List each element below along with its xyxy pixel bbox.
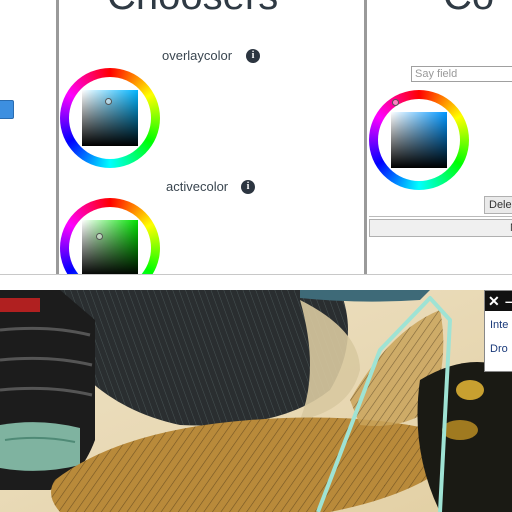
left-panel-button[interactable] bbox=[0, 100, 14, 119]
color-picker-saturation-square[interactable] bbox=[391, 112, 447, 168]
chooser-panels: Choosers overlaycolor i activecolor i Co… bbox=[0, 0, 512, 274]
text-field[interactable] bbox=[411, 66, 512, 82]
info-icon[interactable]: i bbox=[246, 49, 260, 63]
color-picker[interactable] bbox=[369, 90, 469, 190]
info-icon[interactable]: i bbox=[241, 180, 255, 194]
overlaycolor-picker-handle[interactable] bbox=[105, 98, 112, 105]
insect-illustration bbox=[0, 290, 512, 512]
activecolor-saturation-square[interactable] bbox=[82, 220, 138, 274]
annotation-popup: ✕ – Inte Dro bbox=[484, 290, 512, 372]
insect-image-canvas[interactable] bbox=[0, 290, 512, 512]
popup-line: Inte bbox=[490, 319, 509, 331]
activecolor-picker[interactable] bbox=[60, 198, 160, 274]
close-icon[interactable]: ✕ bbox=[488, 292, 500, 310]
middle-panel-heading: Choosers bbox=[107, 0, 278, 16]
right-panel: Co Dele Ne bbox=[367, 0, 512, 274]
overlaycolor-picker[interactable] bbox=[60, 68, 160, 168]
right-panel-heading: Co bbox=[443, 0, 494, 16]
section-divider bbox=[0, 274, 512, 291]
popup-line: Dro bbox=[490, 343, 508, 355]
popup-titlebar: ✕ – bbox=[485, 291, 512, 311]
new-button[interactable]: Ne bbox=[369, 219, 512, 237]
middle-panel: Choosers overlaycolor i activecolor i bbox=[59, 0, 367, 274]
color-picker-handle[interactable] bbox=[392, 99, 399, 106]
divider bbox=[369, 216, 512, 217]
overlaycolor-label: overlaycolor bbox=[162, 48, 233, 63]
left-panel bbox=[0, 0, 59, 274]
minimize-icon[interactable]: – bbox=[505, 292, 512, 310]
activecolor-label: activecolor bbox=[166, 179, 229, 194]
delete-button[interactable]: Dele bbox=[484, 196, 512, 214]
activecolor-picker-handle[interactable] bbox=[96, 233, 103, 240]
